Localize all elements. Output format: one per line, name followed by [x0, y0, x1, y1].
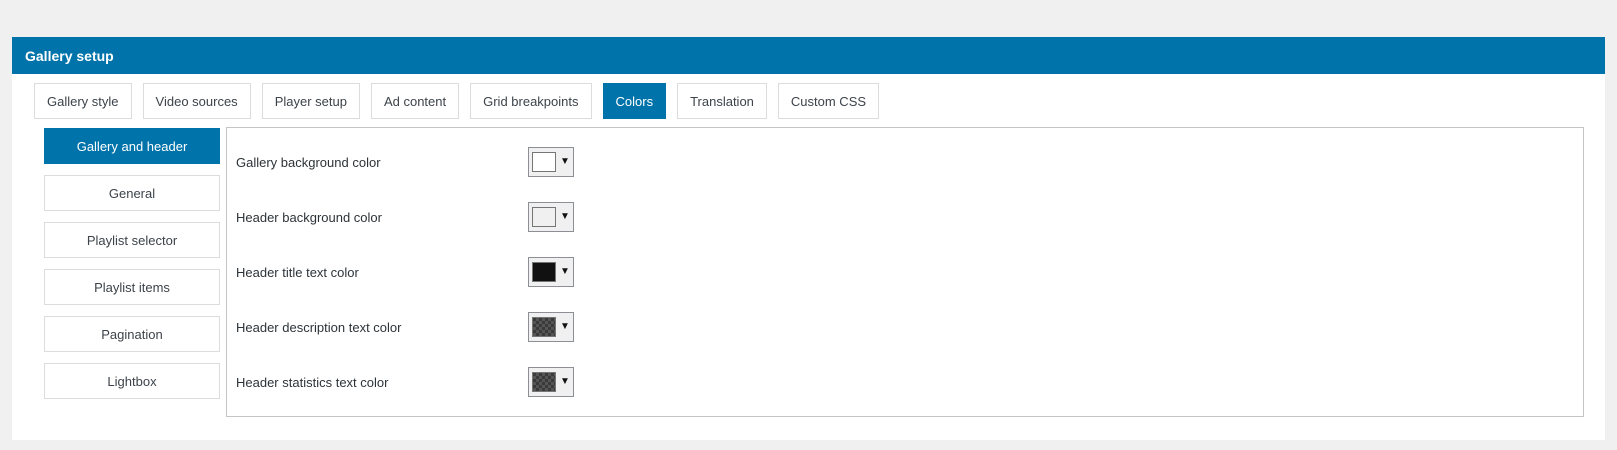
caret-down-icon: ▼ [560, 156, 570, 167]
color-swatch [532, 152, 556, 172]
subnav-item-playlist-items[interactable]: Playlist items [44, 269, 220, 305]
color-swatch [532, 317, 556, 337]
tab-grid-breakpoints[interactable]: Grid breakpoints [470, 83, 592, 119]
caret-down-icon: ▼ [560, 376, 570, 387]
color-picker-button[interactable]: ▼ [528, 202, 574, 232]
setting-label: Gallery background color [236, 154, 381, 170]
tab-custom-css[interactable]: Custom CSS [777, 83, 880, 119]
color-swatch [532, 372, 556, 392]
color-picker-button[interactable]: ▼ [528, 147, 574, 177]
caret-down-icon: ▼ [560, 211, 570, 222]
color-settings-content: Gallery background color ▼ Header backgr… [226, 127, 1584, 417]
subnav-item-general[interactable]: General [44, 175, 220, 211]
setting-row: Header statistics text color ▼ [236, 365, 636, 399]
settings-tabs: Gallery style Video sources Player setup… [34, 83, 880, 119]
subnav-item-playlist-selector[interactable]: Playlist selector [44, 222, 220, 258]
setting-row: Header title text color ▼ [236, 255, 636, 289]
gallery-setup-panel: Gallery setup Gallery style Video source… [12, 37, 1605, 440]
color-picker-button[interactable]: ▼ [528, 367, 574, 397]
subnav-item-gallery-and-header[interactable]: Gallery and header [44, 128, 220, 164]
color-swatch [532, 262, 556, 282]
setting-row: Gallery background color ▼ [236, 145, 636, 179]
tab-ad-content[interactable]: Ad content [370, 83, 460, 119]
tab-colors[interactable]: Colors [602, 83, 667, 119]
color-picker-button[interactable]: ▼ [528, 257, 574, 287]
tab-gallery-style[interactable]: Gallery style [34, 83, 132, 119]
setting-row: Header background color ▼ [236, 200, 636, 234]
setting-label: Header title text color [236, 264, 359, 280]
tab-player-setup[interactable]: Player setup [261, 83, 360, 119]
color-picker-button[interactable]: ▼ [528, 312, 574, 342]
panel-title: Gallery setup [12, 37, 1605, 74]
tab-translation[interactable]: Translation [677, 83, 767, 119]
subnav-item-lightbox[interactable]: Lightbox [44, 363, 220, 399]
caret-down-icon: ▼ [560, 266, 570, 277]
subnav-item-pagination[interactable]: Pagination [44, 316, 220, 352]
setting-label: Header background color [236, 209, 382, 225]
setting-label: Header description text color [236, 319, 402, 335]
tab-video-sources[interactable]: Video sources [142, 83, 251, 119]
setting-row: Header description text color ▼ [236, 310, 636, 344]
setting-label: Header statistics text color [236, 374, 389, 390]
caret-down-icon: ▼ [560, 321, 570, 332]
color-section-nav: Gallery and header General Playlist sele… [44, 128, 220, 410]
color-swatch [532, 207, 556, 227]
